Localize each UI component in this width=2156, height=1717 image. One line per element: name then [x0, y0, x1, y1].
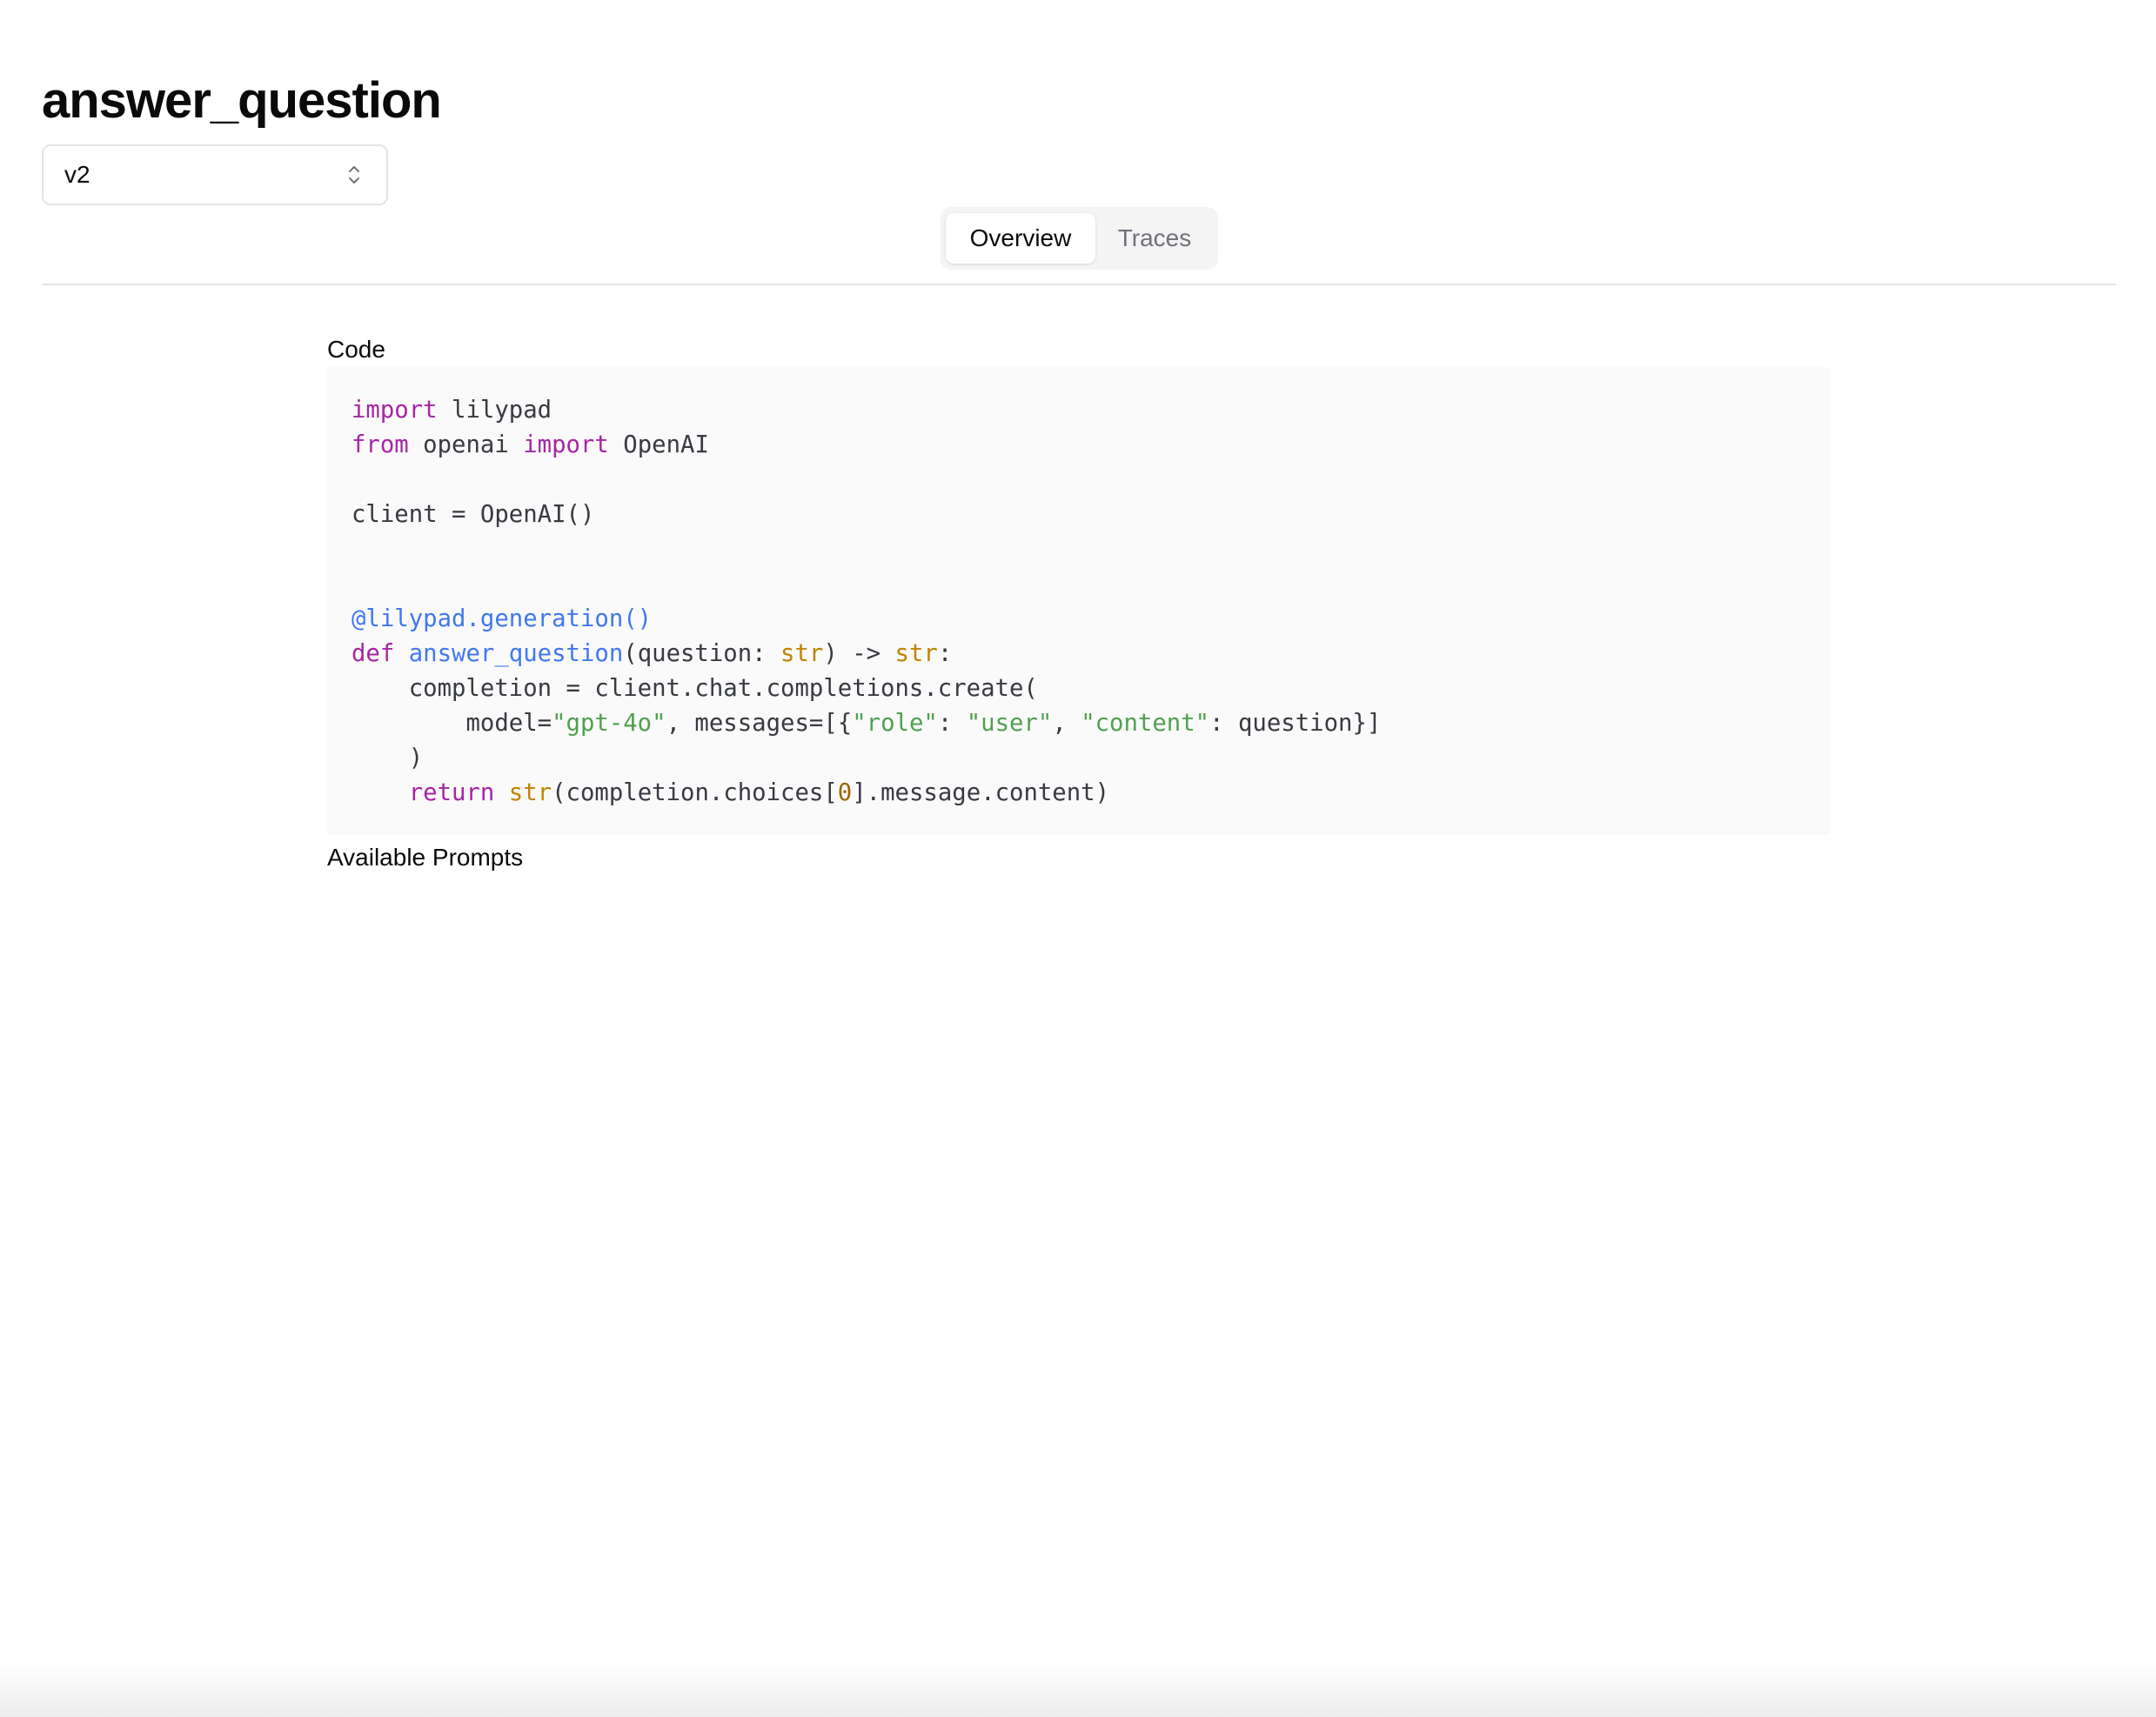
bottom-scroll-fade [0, 1665, 2156, 1717]
chevron-up-down-icon [346, 164, 362, 186]
code-line: import lilypad [352, 397, 552, 424]
code-line: client = OpenAI() [352, 501, 595, 528]
code-line: def answer_question(question: str) -> st… [352, 640, 953, 667]
code-line: completion = client.chat.completions.cre… [352, 675, 1038, 702]
code-line: ) [352, 745, 424, 772]
version-select[interactable]: v2 [42, 144, 388, 205]
code-line: model="gpt-4o", messages=[{"role": "user… [352, 710, 1382, 737]
version-select-value: v2 [64, 161, 90, 188]
code-line: return str(completion.choices[0].message… [408, 779, 1110, 806]
header-divider [42, 284, 2116, 285]
available-prompts-label: Available Prompts [327, 844, 524, 871]
tab-list: Overview Traces [941, 207, 1218, 270]
code-line: @lilypad.generation() [352, 605, 653, 632]
tab-overview[interactable]: Overview [946, 213, 1095, 264]
code-block: import lilypad from openai import OpenAI… [327, 367, 1831, 835]
tab-traces[interactable]: Traces [1099, 213, 1210, 264]
page-title: answer_question [42, 72, 442, 129]
code-content: import lilypad from openai import OpenAI… [352, 393, 1806, 811]
function-page: answer_question v2 Overview Traces Code … [0, 0, 2156, 1717]
code-section-label: Code [327, 336, 385, 363]
code-line: from openai import OpenAI [352, 431, 709, 458]
